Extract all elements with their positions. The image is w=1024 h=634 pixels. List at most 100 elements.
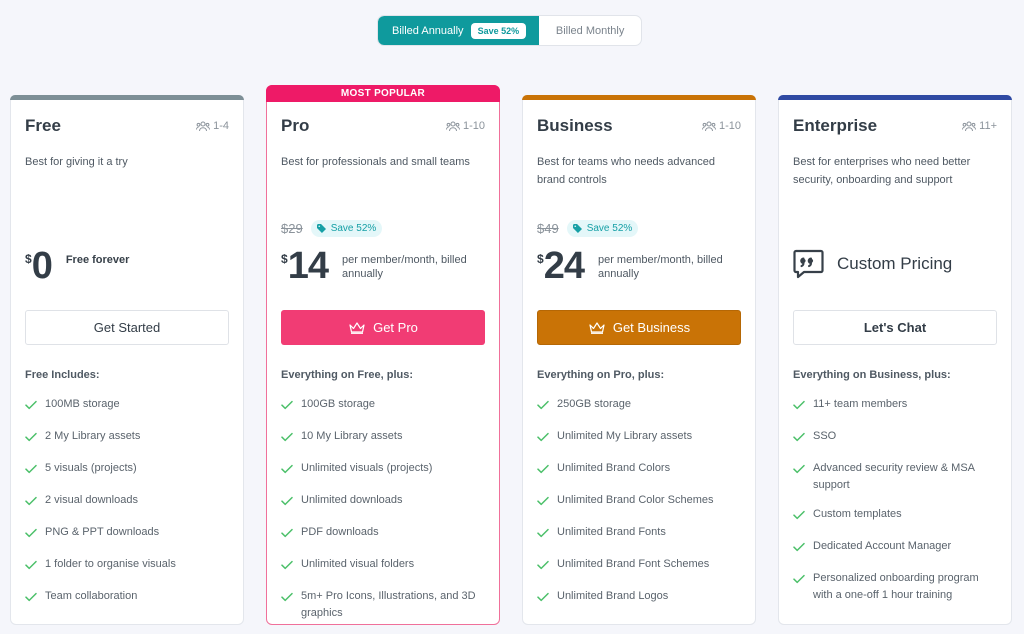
feature-item: Unlimited Brand Logos (537, 588, 741, 608)
feature-item: Unlimited My Library assets (537, 428, 741, 448)
price-amount: 0 (31, 245, 53, 287)
feature-list: 250GB storage Unlimited My Library assets… (537, 396, 741, 620)
billed-monthly-option[interactable]: Billed Monthly (539, 16, 641, 45)
feature-label: Unlimited visuals (projects) (301, 462, 433, 474)
feature-item: Unlimited downloads (281, 492, 485, 512)
team-size: 11+ (962, 120, 997, 132)
check-icon (25, 463, 45, 480)
check-icon (281, 463, 301, 480)
feature-label: Team collaboration (45, 590, 138, 602)
feature-label: Unlimited Brand Logos (557, 590, 669, 602)
feature-item: 100MB storage (25, 396, 229, 416)
check-icon (537, 527, 557, 544)
currency-symbol: $ (537, 252, 544, 266)
original-price: $49 (537, 221, 559, 236)
feature-label: 5m+ Pro Icons, Illustrations, and 3D gra… (301, 590, 476, 619)
check-icon (793, 541, 813, 558)
get-business-button[interactable]: Get Business (537, 310, 741, 345)
billed-annually-option[interactable]: Billed Annually Save 52% (378, 16, 540, 45)
feature-label: Unlimited Brand Colors (557, 462, 671, 474)
feature-label: Advanced security review & MSA support (813, 462, 975, 491)
feature-item: SSO (793, 428, 997, 448)
plan-description: Best for teams who needs advanced brand … (537, 156, 715, 186)
quote-chat-icon (793, 249, 824, 279)
get-started-button[interactable]: Get Started (25, 310, 229, 345)
feature-label: Unlimited Brand Fonts (557, 526, 666, 538)
lets-chat-button[interactable]: Let's Chat (793, 310, 997, 345)
check-icon (25, 495, 45, 512)
features-heading: Everything on Free, plus: (281, 369, 414, 381)
feature-label: 100MB storage (45, 398, 120, 410)
most-popular-badge: MOST POPULAR (266, 85, 500, 102)
card-accent-bar (522, 95, 756, 100)
feature-label: Unlimited Brand Font Schemes (557, 558, 710, 570)
feature-label: PNG & PPT downloads (45, 526, 160, 538)
feature-item: 1 folder to organise visuals (25, 556, 229, 576)
lets-chat-label: Let's Chat (863, 320, 927, 335)
check-icon (537, 591, 557, 608)
feature-item: Unlimited visuals (projects) (281, 460, 485, 480)
save-label: Save 52% (586, 223, 633, 234)
price-amount: 24 (543, 245, 585, 287)
check-icon (793, 509, 813, 526)
feature-item: PDF downloads (281, 524, 485, 544)
feature-list: 100GB storage 10 My Library assets Unlimit… (281, 396, 485, 634)
check-icon (537, 495, 557, 512)
check-icon (25, 559, 45, 576)
plan-description: Best for professionals and small teams (281, 156, 470, 168)
feature-label: 2 My Library assets (45, 430, 141, 442)
feature-item: Unlimited Brand Color Schemes (537, 492, 741, 512)
feature-item: 250GB storage (537, 396, 741, 416)
get-pro-label: Get Pro (373, 320, 418, 335)
check-icon (793, 431, 813, 448)
feature-item: 11+ team members (793, 396, 997, 416)
feature-item: Dedicated Account Manager (793, 538, 997, 558)
feature-item: Unlimited visual folders (281, 556, 485, 576)
feature-label: Custom templates (813, 508, 902, 520)
original-price: $29 (281, 221, 303, 236)
billed-monthly-label: Billed Monthly (555, 24, 625, 37)
tag-icon (316, 224, 326, 233)
team-icon (701, 121, 716, 131)
price-amount: 14 (287, 245, 329, 287)
features-heading: Free Includes: (25, 369, 100, 381)
check-icon (537, 431, 557, 448)
plan-description: Best for giving it a try (25, 156, 128, 168)
team-size: 1-4 (196, 120, 229, 132)
check-icon (793, 399, 813, 416)
billed-annually-label: Billed Annually (392, 24, 464, 37)
feature-item: 2 My Library assets (25, 428, 229, 448)
card-accent-bar (778, 95, 1012, 100)
feature-label: 5 visuals (projects) (45, 462, 137, 474)
crown-icon (589, 322, 605, 334)
features-heading: Everything on Business, plus: (793, 369, 951, 381)
check-icon (25, 399, 45, 416)
feature-label: Dedicated Account Manager (813, 540, 952, 552)
team-size: 1-10 (701, 120, 741, 132)
billing-toggle: Billed Annually Save 52% Billed Monthly (377, 15, 643, 46)
feature-item: 2 visual downloads (25, 492, 229, 512)
feature-item: 10 My Library assets (281, 428, 485, 448)
feature-label: Personalized onboarding program with a o… (813, 572, 979, 601)
feature-label: 100GB storage (301, 398, 375, 410)
feature-item: Personalized onboarding program with a o… (793, 570, 997, 604)
plan-name: Business (537, 116, 613, 135)
feature-list: 11+ team members SSO Advanced security rev… (793, 396, 997, 616)
feature-item: PNG & PPT downloads (25, 524, 229, 544)
plan-card-free: Free 1-4 Best for giving it a try $ 0 Fr… (10, 95, 244, 625)
feature-item: Unlimited Brand Fonts (537, 524, 741, 544)
features-heading: Everything on Pro, plus: (537, 369, 665, 381)
feature-item: Advanced security review & MSA support (793, 460, 997, 494)
feature-label: 1 folder to organise visuals (45, 558, 176, 570)
price-note: per member/month, billed annually (341, 254, 467, 280)
tag-icon (572, 224, 582, 233)
feature-label: 250GB storage (557, 398, 631, 410)
feature-label: SSO (813, 430, 837, 442)
plan-name: Free (25, 116, 61, 135)
annual-save-badge: Save 52% (470, 22, 527, 39)
get-pro-button[interactable]: Get Pro (281, 310, 485, 345)
save-tag: Save 52% (566, 220, 639, 237)
check-icon (537, 559, 557, 576)
feature-item: Team collaboration (25, 588, 229, 608)
check-icon (793, 463, 813, 480)
